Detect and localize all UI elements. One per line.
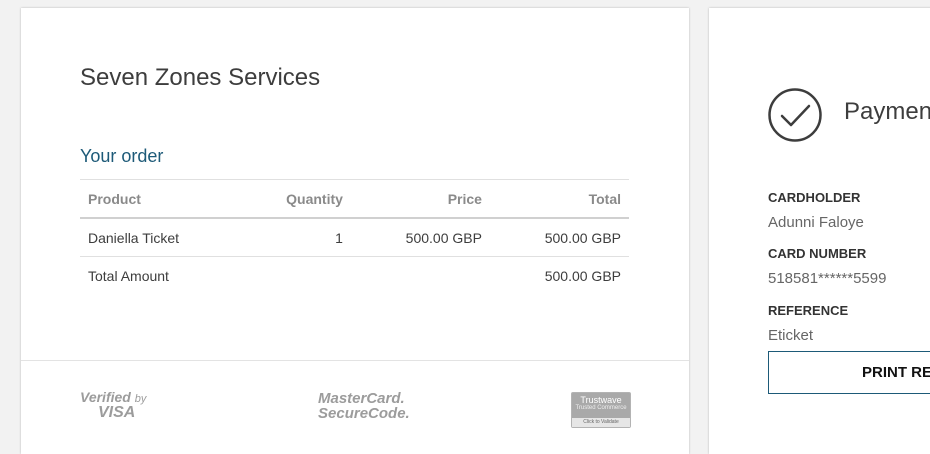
column-price: Price xyxy=(447,190,482,207)
column-quantity: Quantity xyxy=(286,190,343,207)
item-price: 500.00 GBP xyxy=(405,229,482,246)
print-receipt-button[interactable]: PRINT RECEIPT xyxy=(768,351,930,394)
cardholder-value: Adunni Faloye xyxy=(768,214,864,231)
cardholder-label: CARDHOLDER xyxy=(768,190,861,205)
total-amount-label: Total Amount xyxy=(88,267,169,284)
merchant-name: Seven Zones Services xyxy=(80,64,321,91)
column-product: Product xyxy=(88,190,141,207)
payment-card: Payment CARDHOLDER Adunni Faloye CARD NU… xyxy=(709,8,930,454)
card-number-label: CARD NUMBER xyxy=(768,246,867,261)
trusted-commerce-text: Trusted Commerce xyxy=(575,405,627,411)
item-total: 500.00 GBP xyxy=(544,229,621,246)
card-number-value: 518581******5599 xyxy=(768,270,887,287)
verified-by-visa-logo: Verified by VISA xyxy=(80,390,150,421)
total-row: Total Amount 500.00 GBP xyxy=(80,257,629,295)
table-row: Daniella Ticket 1 500.00 GBP 500.00 GBP xyxy=(80,218,629,257)
visa-text: VISA xyxy=(98,404,136,421)
payment-title: Payment xyxy=(844,98,930,125)
mastercard-securecode-logo: MasterCard. SecureCode. xyxy=(318,391,410,421)
column-total: Total xyxy=(588,190,621,207)
item-quantity: 1 xyxy=(335,229,343,246)
visa-by-text: by xyxy=(134,393,147,405)
total-amount-value: 500.00 GBP xyxy=(544,267,621,284)
table-header-row: Product Quantity Price Total xyxy=(80,179,629,218)
check-circle-icon xyxy=(768,88,822,142)
click-to-validate-text: Click to Validate xyxy=(572,418,630,427)
mastercard-text: MasterCard. xyxy=(318,390,405,407)
trustwave-seal[interactable]: Trustwave Trusted Commerce Click to Vali… xyxy=(571,392,631,428)
order-table: Product Quantity Price Total Daniella Ti… xyxy=(80,179,629,294)
securecode-text: SecureCode. xyxy=(318,405,410,422)
reference-value: Eticket xyxy=(768,327,814,344)
item-product: Daniella Ticket xyxy=(88,229,180,246)
reference-label: REFERENCE xyxy=(768,303,849,318)
your-order-heading: Your order xyxy=(80,146,164,166)
footer-divider xyxy=(21,360,689,361)
trustwave-text: Trustwave xyxy=(580,395,622,405)
order-card: Seven Zones Services Your order Product … xyxy=(21,8,689,454)
visa-verified-text: Verified xyxy=(80,389,131,405)
